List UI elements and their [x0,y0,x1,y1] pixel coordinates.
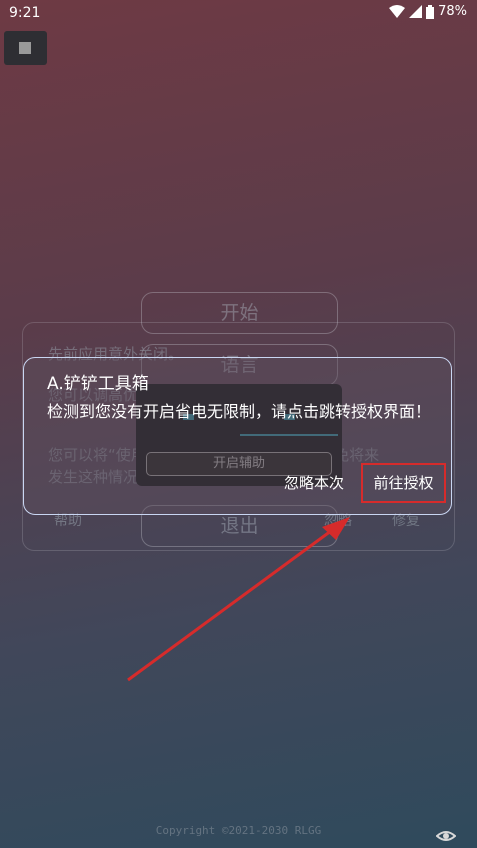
dialog-title: A.铲铲工具箱 [47,374,149,394]
copyright-text: Copyright ©2021-2030 RLGG [155,824,322,837]
eye-icon[interactable] [436,826,456,846]
go-authorize-button[interactable]: 前往授权 [361,463,446,503]
wifi-icon [389,5,406,18]
dialog-message: 检测到您没有开启省电无限制，请点击跳转授权界面！ [47,402,432,421]
status-bar: 9:21 78% [0,0,477,26]
ignore-once-button[interactable]: 忽略本次 [284,472,344,493]
signal-icon [409,5,423,18]
floating-stop-button[interactable] [4,31,47,65]
stop-icon [19,42,31,54]
battery-percent: 78% [438,4,467,19]
battery-icon [426,4,435,19]
status-time: 9:21 [9,5,41,21]
status-icons: 78% [389,4,467,19]
